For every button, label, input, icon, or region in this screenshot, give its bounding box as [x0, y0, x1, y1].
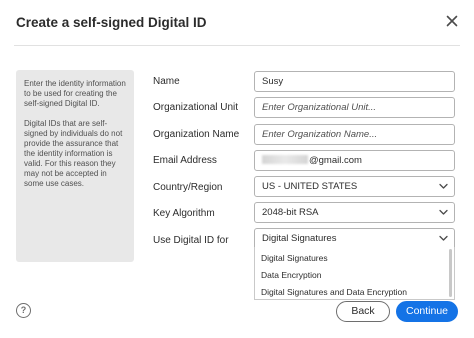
header-divider	[14, 45, 460, 46]
org-name-field[interactable]: Enter Organization Name...	[254, 124, 455, 145]
use-for-select[interactable]: Digital Signatures	[254, 228, 455, 249]
use-for-value: Digital Signatures	[262, 233, 337, 244]
help-icon[interactable]: ?	[16, 303, 31, 318]
name-label: Name	[153, 76, 180, 87]
dropdown-option-digital-signatures[interactable]: Digital Signatures	[261, 253, 328, 263]
email-domain: @gmail.com	[309, 155, 362, 166]
create-digital-id-dialog: Create a self-signed Digital ID Enter th…	[0, 0, 474, 338]
chevron-down-icon	[439, 209, 448, 216]
chevron-down-icon	[439, 183, 448, 190]
key-algorithm-select[interactable]: 2048-bit RSA	[254, 202, 455, 223]
info-panel: Enter the identity information to be use…	[16, 70, 134, 262]
email-field[interactable]: @gmail.com	[254, 150, 455, 171]
org-unit-field[interactable]: Enter Organizational Unit...	[254, 97, 455, 118]
use-for-label: Use Digital ID for	[153, 235, 229, 246]
key-algorithm-value: 2048-bit RSA	[262, 207, 319, 218]
redacted-email-username	[262, 154, 308, 164]
back-button[interactable]: Back	[336, 301, 390, 322]
close-icon[interactable]	[444, 13, 460, 29]
chevron-down-icon	[439, 235, 448, 242]
info-paragraph-1: Enter the identity information to be use…	[24, 79, 126, 108]
country-select[interactable]: US - UNITED STATES	[254, 176, 455, 197]
org-name-label: Organization Name	[153, 129, 240, 140]
country-label: Country/Region	[153, 182, 223, 193]
key-algorithm-label: Key Algorithm	[153, 208, 215, 219]
info-paragraph-2: Digital IDs that are self-signed by indi…	[24, 119, 123, 188]
dropdown-scrollbar[interactable]	[449, 249, 452, 297]
continue-button[interactable]: Continue	[396, 301, 458, 322]
dropdown-option-signatures-and-encryption[interactable]: Digital Signatures and Data Encryption	[261, 287, 407, 297]
org-unit-label: Organizational Unit	[153, 102, 239, 113]
dialog-title: Create a self-signed Digital ID	[16, 15, 207, 30]
email-label: Email Address	[153, 155, 217, 166]
dropdown-option-data-encryption[interactable]: Data Encryption	[261, 270, 321, 280]
country-value: US - UNITED STATES	[262, 181, 358, 192]
use-for-dropdown-list: Digital Signatures Data Encryption Digit…	[254, 247, 455, 300]
name-field[interactable]: Susy	[254, 71, 455, 92]
